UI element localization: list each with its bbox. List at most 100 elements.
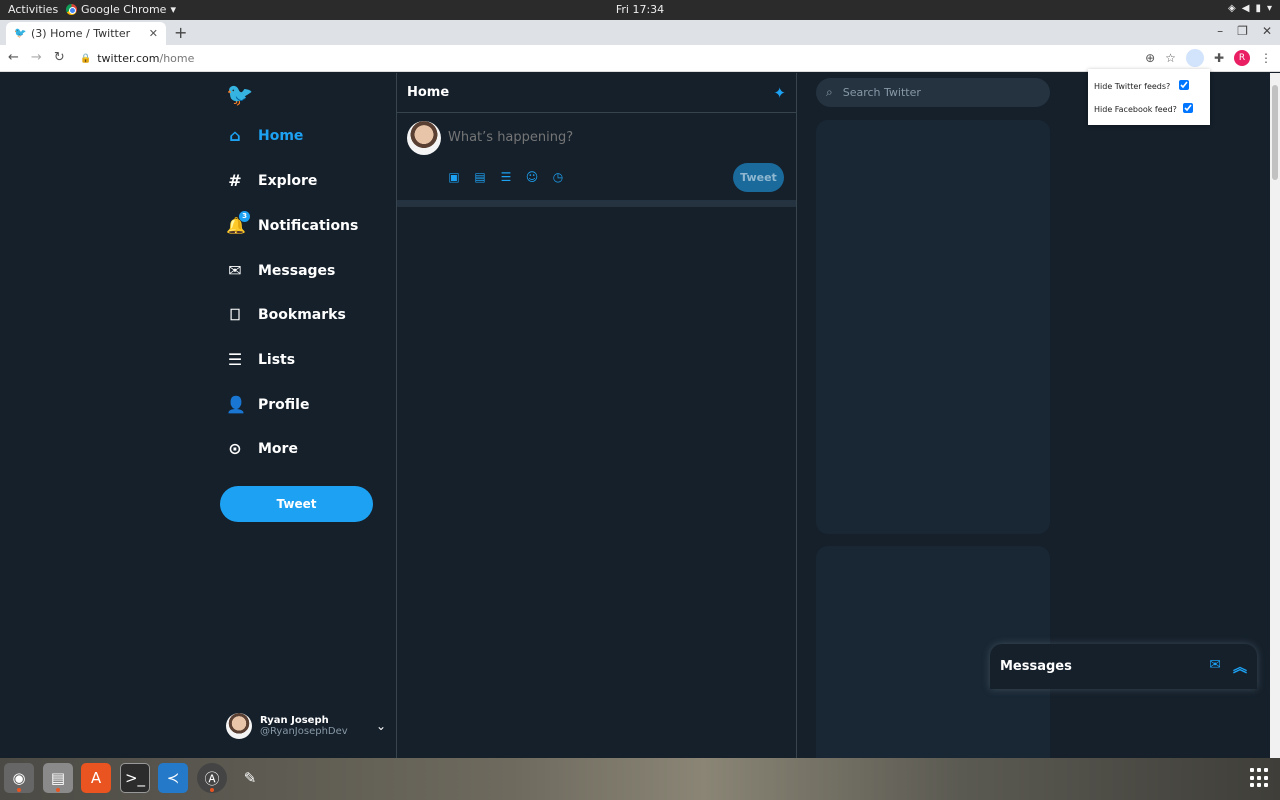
- schedule-icon[interactable]: ◷: [551, 170, 565, 184]
- extensions-puzzle-icon[interactable]: ✚: [1214, 51, 1224, 65]
- maximize-icon[interactable]: ❐: [1237, 24, 1248, 38]
- nav-notifications[interactable]: 🔔 3 Notifications: [226, 211, 359, 235]
- ubuntu-dock: ◉ ▤ A >_ ≺ Ⓐ ✎: [0, 758, 1280, 800]
- terminal-dock-icon[interactable]: >_: [120, 763, 150, 793]
- page-scrollbar[interactable]: [1270, 73, 1280, 758]
- compose-tweet-button[interactable]: Tweet: [733, 163, 784, 192]
- address-bar[interactable]: 🔒 twitter.com/home: [74, 48, 1164, 69]
- nav-bookmarks-label: Bookmarks: [258, 307, 346, 323]
- update-dock-icon[interactable]: Ⓐ: [197, 763, 227, 793]
- scrollbar-thumb[interactable]: [1272, 85, 1278, 180]
- account-switcher[interactable]: Ryan Joseph @RyanJosephDev ⌄: [226, 713, 386, 739]
- popup-option-twitter: Hide Twitter feeds?: [1094, 82, 1170, 91]
- nav-home-label: Home: [258, 128, 304, 144]
- profile-avatar[interactable]: R: [1234, 50, 1250, 66]
- volume-icon: ◀: [1241, 3, 1250, 14]
- running-dot: [210, 788, 214, 792]
- hide-twitter-checkbox[interactable]: [1179, 80, 1189, 90]
- option-label: Hide Twitter feeds?: [1094, 82, 1171, 91]
- nav-notifications-label: Notifications: [258, 218, 359, 234]
- more-icon: ⊙: [228, 439, 242, 458]
- show-apps-grid-icon[interactable]: [1250, 768, 1270, 788]
- clock[interactable]: Fri 17:34: [0, 3, 1280, 16]
- nav-home[interactable]: ⌂ Home: [226, 127, 303, 145]
- page-title: Home: [407, 85, 450, 100]
- close-window-icon[interactable]: ✕: [1262, 24, 1272, 38]
- composer-tools: ▣ ▤ ☰ ☺ ◷: [447, 170, 565, 184]
- system-tray[interactable]: ◈ ◀ ▮ ▾: [1228, 3, 1272, 14]
- bookmark-star-icon[interactable]: ☆: [1165, 51, 1176, 65]
- hide-facebook-checkbox[interactable]: [1183, 103, 1193, 113]
- extension-icon[interactable]: [1185, 49, 1204, 67]
- nav-explore-label: Explore: [258, 173, 318, 189]
- install-app-icon[interactable]: ⊕: [1145, 51, 1155, 65]
- nav-profile-label: Profile: [258, 397, 310, 413]
- list-icon: ☰: [227, 350, 243, 369]
- url-host: twitter.com: [97, 52, 160, 65]
- main-header: Home ✦: [397, 73, 796, 113]
- search-input[interactable]: [842, 86, 1023, 99]
- minimize-icon[interactable]: –: [1217, 24, 1223, 38]
- chrome-dock-icon[interactable]: ◉: [4, 763, 34, 793]
- mail-icon: ✉: [228, 261, 242, 280]
- back-icon[interactable]: ←: [8, 50, 19, 65]
- tweet-composer: [397, 113, 796, 201]
- lock-icon: 🔒: [80, 53, 92, 64]
- hashtag-icon: #: [228, 171, 242, 190]
- gif-icon[interactable]: ▤: [473, 170, 487, 184]
- notification-badge: 3: [239, 211, 250, 222]
- nav-explore[interactable]: # Explore: [226, 172, 317, 190]
- nav-lists-label: Lists: [258, 352, 296, 368]
- account-handle: @RyanJosephDev: [260, 726, 348, 737]
- gimp-dock-icon[interactable]: ✎: [235, 763, 265, 793]
- browser-tab[interactable]: 🐦 (3) Home / Twitter ✕: [6, 22, 166, 45]
- tweet-button[interactable]: Tweet: [220, 486, 373, 522]
- compose-input[interactable]: [448, 130, 748, 145]
- window-controls: – ❐ ✕: [1217, 24, 1272, 38]
- nav-messages-label: Messages: [258, 263, 336, 279]
- search-icon: ⌕: [826, 85, 833, 99]
- search-box[interactable]: ⌕: [816, 78, 1050, 107]
- nav-more[interactable]: ⊙ More: [226, 440, 298, 458]
- wifi-icon: ◈: [1228, 3, 1236, 14]
- sparkle-icon[interactable]: ✦: [773, 84, 786, 102]
- power-menu-icon: ▾: [1266, 3, 1272, 14]
- bookmark-icon: ⎕: [230, 305, 240, 324]
- nav-profile[interactable]: 👤 Profile: [226, 396, 309, 414]
- account-name: Ryan Joseph: [260, 715, 329, 726]
- main-column: Home ✦ ▣ ▤ ☰ ☺ ◷ Tweet: [396, 73, 797, 758]
- toolbar-actions: ⊕ ☆ ✚ R ⋮: [1145, 49, 1272, 67]
- poll-icon[interactable]: ☰: [499, 170, 513, 184]
- files-dock-icon[interactable]: ▤: [43, 763, 73, 793]
- expand-up-icon[interactable]: ︽: [1233, 657, 1247, 677]
- popup-option-facebook: Hide Facebook feed?: [1094, 105, 1177, 114]
- running-dot: [56, 788, 60, 792]
- trends-panel: [816, 120, 1050, 534]
- tab-strip: 🐦 (3) Home / Twitter ✕ + – ❐ ✕: [0, 20, 1280, 45]
- twitter-logo-icon[interactable]: 🐦: [226, 83, 253, 108]
- system-top-bar: Activities Google Chrome ▾ Fri 17:34 ◈ ◀…: [0, 0, 1280, 20]
- nav-bookmarks[interactable]: ⎕ Bookmarks: [226, 306, 346, 324]
- person-icon: 👤: [226, 395, 246, 414]
- reload-icon[interactable]: ↻: [54, 50, 65, 65]
- nav-lists[interactable]: ☰ Lists: [226, 351, 295, 369]
- vscode-dock-icon[interactable]: ≺: [158, 763, 188, 793]
- software-dock-icon[interactable]: A: [81, 763, 111, 793]
- close-tab-icon[interactable]: ✕: [149, 27, 158, 40]
- new-tab-button[interactable]: +: [174, 23, 187, 42]
- browser-toolbar: ← → ↻ 🔒 twitter.com/home ⊕ ☆ ✚ R ⋮: [0, 45, 1280, 72]
- new-message-icon[interactable]: ✉: [1209, 657, 1221, 677]
- twitter-favicon-icon: 🐦: [14, 27, 27, 39]
- nav-buttons: ← → ↻: [8, 50, 65, 65]
- emoji-icon[interactable]: ☺: [525, 170, 539, 184]
- composer-divider: [397, 200, 796, 207]
- left-sidebar: 🐦 ⌂ Home # Explore 🔔 3 Notifications ✉ Me…: [220, 73, 396, 758]
- messages-drawer[interactable]: Messages ✉ ︽: [990, 644, 1257, 689]
- forward-icon[interactable]: →: [31, 50, 42, 65]
- chevron-down-icon: ⌄: [375, 719, 386, 733]
- running-dot: [17, 788, 21, 792]
- avatar: [226, 713, 252, 739]
- chrome-menu-icon[interactable]: ⋮: [1260, 51, 1272, 65]
- nav-messages[interactable]: ✉ Messages: [226, 262, 335, 280]
- image-icon[interactable]: ▣: [447, 170, 461, 184]
